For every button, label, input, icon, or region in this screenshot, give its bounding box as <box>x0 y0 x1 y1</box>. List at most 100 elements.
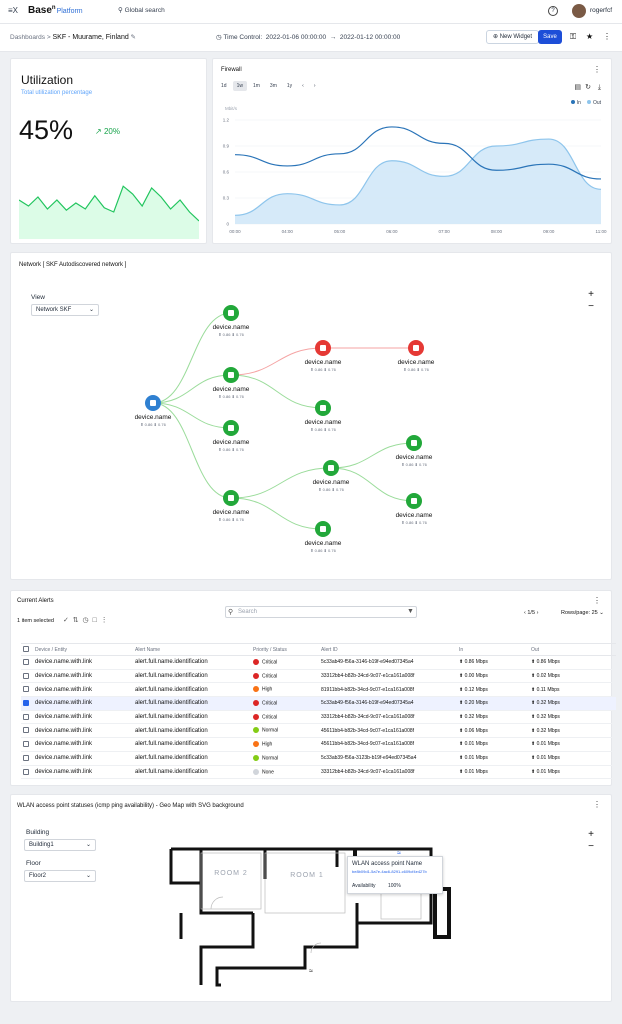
check-circle-icon[interactable]: ✓ <box>63 617 69 624</box>
col-alert-id[interactable]: Alert ID <box>321 643 459 656</box>
snooze-icon[interactable]: ◷ <box>83 617 89 624</box>
col-in[interactable]: In <box>459 643 531 656</box>
table-row[interactable]: device.name.with.link alert.full.name.ide… <box>21 765 616 780</box>
edit-icon[interactable]: ✎ <box>131 34 136 41</box>
table-row[interactable]: device.name.with.link alert.full.name.ide… <box>21 669 616 684</box>
row-select[interactable] <box>21 669 35 684</box>
col-out[interactable]: Out <box>531 643 616 656</box>
user-name[interactable]: rogerfcf <box>590 7 612 14</box>
help-icon[interactable]: ? <box>548 6 558 16</box>
floor-select[interactable]: Floor2 ⌄ <box>24 870 96 882</box>
time-control[interactable]: ◷ Time Control: 2022-01-06 00:00:00 → 20… <box>216 33 400 41</box>
row-select[interactable] <box>21 682 35 698</box>
x-tick-label: 08:00 <box>491 229 503 234</box>
row-select[interactable] <box>21 696 35 711</box>
more-vertical-icon[interactable]: ⋮ <box>101 617 108 624</box>
chevron-right-icon[interactable]: › <box>310 81 320 91</box>
row-checkbox[interactable] <box>23 741 29 748</box>
range-1m[interactable]: 1m <box>249 81 264 91</box>
row-checkbox[interactable] <box>23 686 29 693</box>
col-device[interactable]: Device / Entity <box>35 643 135 656</box>
row-select[interactable] <box>21 765 35 780</box>
cell-device[interactable]: device.name.with.link <box>35 682 135 698</box>
range-1d[interactable]: 1d <box>217 81 231 91</box>
chevron-left-icon[interactable]: ‹ <box>524 610 526 616</box>
table-row[interactable]: device.name.with.link alert.full.name.ide… <box>21 737 616 752</box>
rows-per-page[interactable]: Rows/page: 25 ⌄ <box>561 610 604 616</box>
download-icon[interactable]: ⤓ <box>598 84 601 91</box>
col-alert-name[interactable]: Alert Name <box>135 643 253 656</box>
row-checkbox[interactable] <box>23 700 29 707</box>
wifi-icon[interactable]: ≈ <box>309 968 313 975</box>
more-vertical-icon[interactable]: ⋮ <box>603 32 611 41</box>
save-button[interactable]: Save <box>538 30 562 44</box>
range-1w[interactable]: 1w <box>232 81 247 91</box>
utilization-subtitle: Total utilization percentage <box>21 90 93 96</box>
access-point-tooltip: WLAN access point Name be8b09d1-5a7e-4ac… <box>347 856 443 894</box>
col-priority[interactable]: Priority / Status <box>253 643 321 656</box>
cell-device[interactable]: device.name.with.link <box>35 710 135 725</box>
row-select[interactable] <box>21 723 35 739</box>
comment-icon[interactable]: □ <box>93 617 97 624</box>
time-to[interactable]: 2022-01-12 00:00:00 <box>340 34 400 41</box>
zoom-in-button[interactable]: + <box>585 829 597 841</box>
cell-device[interactable]: device.name.with.link <box>35 696 135 711</box>
alerts-search-input[interactable]: Search <box>225 606 417 618</box>
calendar-icon[interactable]: ▤ <box>574 84 581 91</box>
lock-icon[interactable]: ⚿ <box>570 32 576 42</box>
brand-suffix: Platform <box>56 8 83 15</box>
table-row[interactable]: device.name.with.link alert.full.name.ide… <box>21 710 616 725</box>
wifi-icon[interactable]: ≈ <box>225 910 229 917</box>
brand-logo[interactable]: BasenPlatform <box>28 5 83 16</box>
row-checkbox[interactable] <box>23 672 29 679</box>
building-select[interactable]: Building1 ⌄ <box>24 839 96 851</box>
global-search[interactable]: ⚲ Global search <box>118 6 165 14</box>
table-row[interactable]: device.name.with.link alert.full.name.ide… <box>21 655 616 670</box>
more-vertical-icon[interactable]: ⋮ <box>593 801 601 809</box>
refresh-icon[interactable]: ↻ <box>585 84 591 91</box>
row-select[interactable] <box>21 655 35 670</box>
sparkline-area <box>19 186 199 239</box>
chevron-left-icon[interactable]: ‹ <box>298 81 308 91</box>
row-select[interactable] <box>21 710 35 725</box>
x-tick-label: 06:00 <box>386 229 398 234</box>
table-row[interactable]: device.name.with.link alert.full.name.ide… <box>21 751 616 766</box>
avatar[interactable] <box>572 4 586 18</box>
cell-device[interactable]: device.name.with.link <box>35 751 135 766</box>
chevron-right-icon[interactable]: › <box>537 610 539 616</box>
table-row[interactable]: device.name.with.link alert.full.name.ide… <box>21 696 616 711</box>
more-vertical-icon[interactable]: ⋮ <box>593 597 601 605</box>
new-widget-button[interactable]: ⊕ New Widget <box>486 30 540 44</box>
cell-device[interactable]: device.name.with.link <box>35 737 135 752</box>
row-select[interactable] <box>21 737 35 752</box>
table-row[interactable]: device.name.with.link alert.full.name.ide… <box>21 723 616 739</box>
row-checkbox[interactable] <box>23 727 29 734</box>
priority-status-icon <box>253 713 259 720</box>
table-row[interactable]: device.name.with.link alert.full.name.ide… <box>21 682 616 698</box>
row-checkbox[interactable] <box>23 659 29 666</box>
node-stats: ⬆ 0.86 ⬇ 0.76 <box>310 367 336 372</box>
filter-icon[interactable]: ▼ <box>407 608 414 615</box>
more-vertical-icon[interactable]: ⋮ <box>593 66 601 74</box>
cell-device[interactable]: device.name.with.link <box>35 655 135 670</box>
menu-icon[interactable]: ≡X <box>8 6 18 15</box>
row-select[interactable] <box>21 751 35 766</box>
star-icon[interactable]: ★ <box>586 32 593 41</box>
cell-device[interactable]: device.name.with.link <box>35 765 135 780</box>
select-all-checkbox[interactable] <box>23 646 29 653</box>
range-3m[interactable]: 3m <box>266 81 281 91</box>
cell-device[interactable]: device.name.with.link <box>35 723 135 739</box>
range-1y[interactable]: 1y <box>283 81 296 91</box>
tooltip-id[interactable]: be8b09d1-5a7e-4ac6-8291-c609cf4e427b <box>352 869 427 874</box>
row-checkbox[interactable] <box>23 713 29 720</box>
cell-out: ⬆ 0.02 Mbps <box>531 669 616 684</box>
row-checkbox[interactable] <box>23 754 29 761</box>
cell-device[interactable]: device.name.with.link <box>35 669 135 684</box>
select-all[interactable] <box>21 643 35 656</box>
breadcrumb-dashboards[interactable]: Dashboards <box>10 34 45 41</box>
sort-icon[interactable]: ⇅ <box>73 617 79 624</box>
zoom-out-button[interactable]: − <box>585 841 597 853</box>
time-from[interactable]: 2022-01-06 00:00:00 <box>266 34 326 41</box>
row-checkbox[interactable] <box>23 768 29 775</box>
cell-priority: Critical <box>253 655 321 670</box>
